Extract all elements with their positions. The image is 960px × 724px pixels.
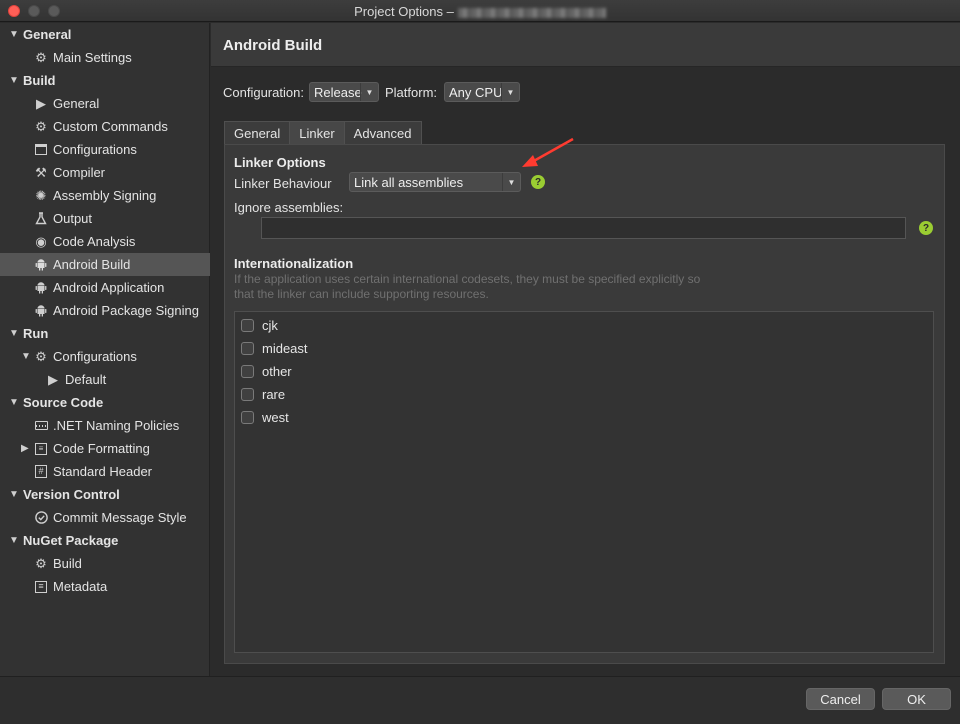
codesets-list: cjk mideast other rare west xyxy=(234,311,934,653)
disclosure-collapsed-icon[interactable]: ▶ xyxy=(21,443,29,454)
ignore-assemblies-label: Ignore assemblies: xyxy=(234,200,344,215)
sidebar-item-run-configurations[interactable]: ▼ ⚙ Configurations xyxy=(0,345,210,368)
list-item[interactable]: mideast xyxy=(241,339,308,357)
list-icon: ≡ xyxy=(34,580,48,594)
ignore-assemblies-input[interactable] xyxy=(261,217,906,239)
sidebar-item-build-general[interactable]: ▶ General xyxy=(0,92,210,115)
sidebar-item-main-settings[interactable]: ⚙ Main Settings xyxy=(0,46,210,69)
sidebar-category-general[interactable]: ▼ General xyxy=(0,23,210,46)
mideast-checkbox[interactable] xyxy=(241,341,254,355)
android-icon xyxy=(34,281,48,295)
main-panel: Android Build Configuration: Release ▼ P… xyxy=(211,23,960,676)
tab-linker[interactable]: Linker xyxy=(289,121,345,144)
configuration-label: Configuration: xyxy=(223,85,304,100)
linker-behaviour-select[interactable]: Link all assemblies ▼ xyxy=(349,172,521,192)
sidebar-item-naming-policies[interactable]: .NET Naming Policies xyxy=(0,414,210,437)
list-item[interactable]: rare xyxy=(241,385,285,403)
play-icon: ▶ xyxy=(48,371,58,387)
linker-behaviour-value: Link all assemblies xyxy=(354,174,464,190)
disclosure-expanded-icon[interactable]: ▼ xyxy=(9,397,19,408)
chevron-down-icon: ▼ xyxy=(501,83,519,101)
sidebar-item-android-build[interactable]: Android Build xyxy=(0,253,210,276)
sidebar-item-code-analysis[interactable]: ◉ Code Analysis xyxy=(0,230,210,253)
gear-icon: ⚙ xyxy=(35,49,47,65)
page-title: Android Build xyxy=(223,37,323,54)
dialog-footer: Cancel OK xyxy=(0,676,960,724)
window-title: Project Options – xyxy=(0,4,960,19)
android-icon xyxy=(34,304,48,318)
cancel-button[interactable]: Cancel xyxy=(806,688,875,710)
sidebar-item-assembly-signing[interactable]: ✺ Assembly Signing xyxy=(0,184,210,207)
configuration-value: Release xyxy=(314,84,362,100)
internationalization-heading: Internationalization xyxy=(234,256,354,271)
play-icon: ▶ xyxy=(36,95,46,111)
tab-advanced[interactable]: Advanced xyxy=(343,121,422,144)
sidebar-category-source-code[interactable]: ▼ Source Code xyxy=(0,391,210,414)
tab-bar: General Linker Advanced xyxy=(224,121,422,144)
keyboard-icon xyxy=(34,419,48,433)
seal-icon: ✺ xyxy=(35,187,47,203)
linker-options-heading: Linker Options xyxy=(234,155,326,170)
disclosure-expanded-icon[interactable]: ▼ xyxy=(9,489,19,500)
sidebar-item-android-package-signing[interactable]: Android Package Signing xyxy=(0,299,210,322)
sidebar-category-version-control[interactable]: ▼ Version Control xyxy=(0,483,210,506)
hash-icon: # xyxy=(34,465,48,479)
window-icon xyxy=(34,143,48,157)
redacted-project-name xyxy=(457,7,606,18)
flask-icon xyxy=(34,212,48,226)
linker-panel: Linker Options Linker Behaviour Link all… xyxy=(224,144,945,664)
disclosure-expanded-icon[interactable]: ▼ xyxy=(9,328,19,339)
disclosure-expanded-icon[interactable]: ▼ xyxy=(9,75,19,86)
sidebar-item-output[interactable]: Output xyxy=(0,207,210,230)
target-icon: ◉ xyxy=(35,233,47,249)
other-checkbox[interactable] xyxy=(241,364,254,378)
compiler-icon: ⚒ xyxy=(35,164,47,180)
sidebar-item-standard-header[interactable]: # Standard Header xyxy=(0,460,210,483)
sidebar-item-android-application[interactable]: Android Application xyxy=(0,276,210,299)
help-icon[interactable]: ? xyxy=(531,175,545,189)
platform-select[interactable]: Any CPU ▼ xyxy=(444,82,520,102)
sidebar-category-build[interactable]: ▼ Build xyxy=(0,69,210,92)
sidebar-category-nuget-package[interactable]: ▼ NuGet Package xyxy=(0,529,210,552)
format-icon: ≡ xyxy=(34,442,48,456)
configuration-select[interactable]: Release ▼ xyxy=(309,82,379,102)
page-header: Android Build xyxy=(211,23,960,67)
platform-value: Any CPU xyxy=(449,84,503,100)
check-circle-icon xyxy=(34,511,48,525)
disclosure-expanded-icon[interactable]: ▼ xyxy=(9,535,19,546)
list-item[interactable]: cjk xyxy=(241,316,278,334)
linker-behaviour-label: Linker Behaviour xyxy=(234,176,332,191)
disclosure-expanded-icon[interactable]: ▼ xyxy=(21,351,31,362)
list-item[interactable]: west xyxy=(241,408,289,426)
cjk-checkbox[interactable] xyxy=(241,318,254,332)
rare-checkbox[interactable] xyxy=(241,387,254,401)
gear-icon: ⚙ xyxy=(35,555,47,571)
sidebar-item-default[interactable]: ▶ Default xyxy=(0,368,210,391)
sidebar-item-commit-message-style[interactable]: Commit Message Style xyxy=(0,506,210,529)
help-icon[interactable]: ? xyxy=(919,221,933,235)
disclosure-expanded-icon[interactable]: ▼ xyxy=(9,29,19,40)
internationalization-description: If the application uses certain internat… xyxy=(234,272,701,301)
android-icon xyxy=(34,258,48,272)
gear-icon: ⚙ xyxy=(35,118,47,134)
list-item[interactable]: other xyxy=(241,362,292,380)
tab-general[interactable]: General xyxy=(224,121,291,144)
platform-label: Platform: xyxy=(385,85,438,100)
sidebar-item-configurations[interactable]: Configurations xyxy=(0,138,210,161)
west-checkbox[interactable] xyxy=(241,410,254,424)
sidebar-item-metadata[interactable]: ≡ Metadata xyxy=(0,575,210,598)
chevron-down-icon: ▼ xyxy=(360,83,378,101)
title-bar: Project Options – xyxy=(0,0,960,22)
sidebar-item-custom-commands[interactable]: ⚙ Custom Commands xyxy=(0,115,210,138)
sidebar-category-run[interactable]: ▼ Run xyxy=(0,322,210,345)
sidebar-item-nuget-build[interactable]: ⚙ Build xyxy=(0,552,210,575)
sidebar-item-compiler[interactable]: ⚒ Compiler xyxy=(0,161,210,184)
options-sidebar: ▼ General ⚙ Main Settings ▼ Build ▶ Gene… xyxy=(0,23,210,676)
chevron-down-icon: ▼ xyxy=(502,173,520,191)
ok-button[interactable]: OK xyxy=(882,688,951,710)
gear-icon: ⚙ xyxy=(35,348,47,364)
sidebar-item-code-formatting[interactable]: ▶ ≡ Code Formatting xyxy=(0,437,210,460)
